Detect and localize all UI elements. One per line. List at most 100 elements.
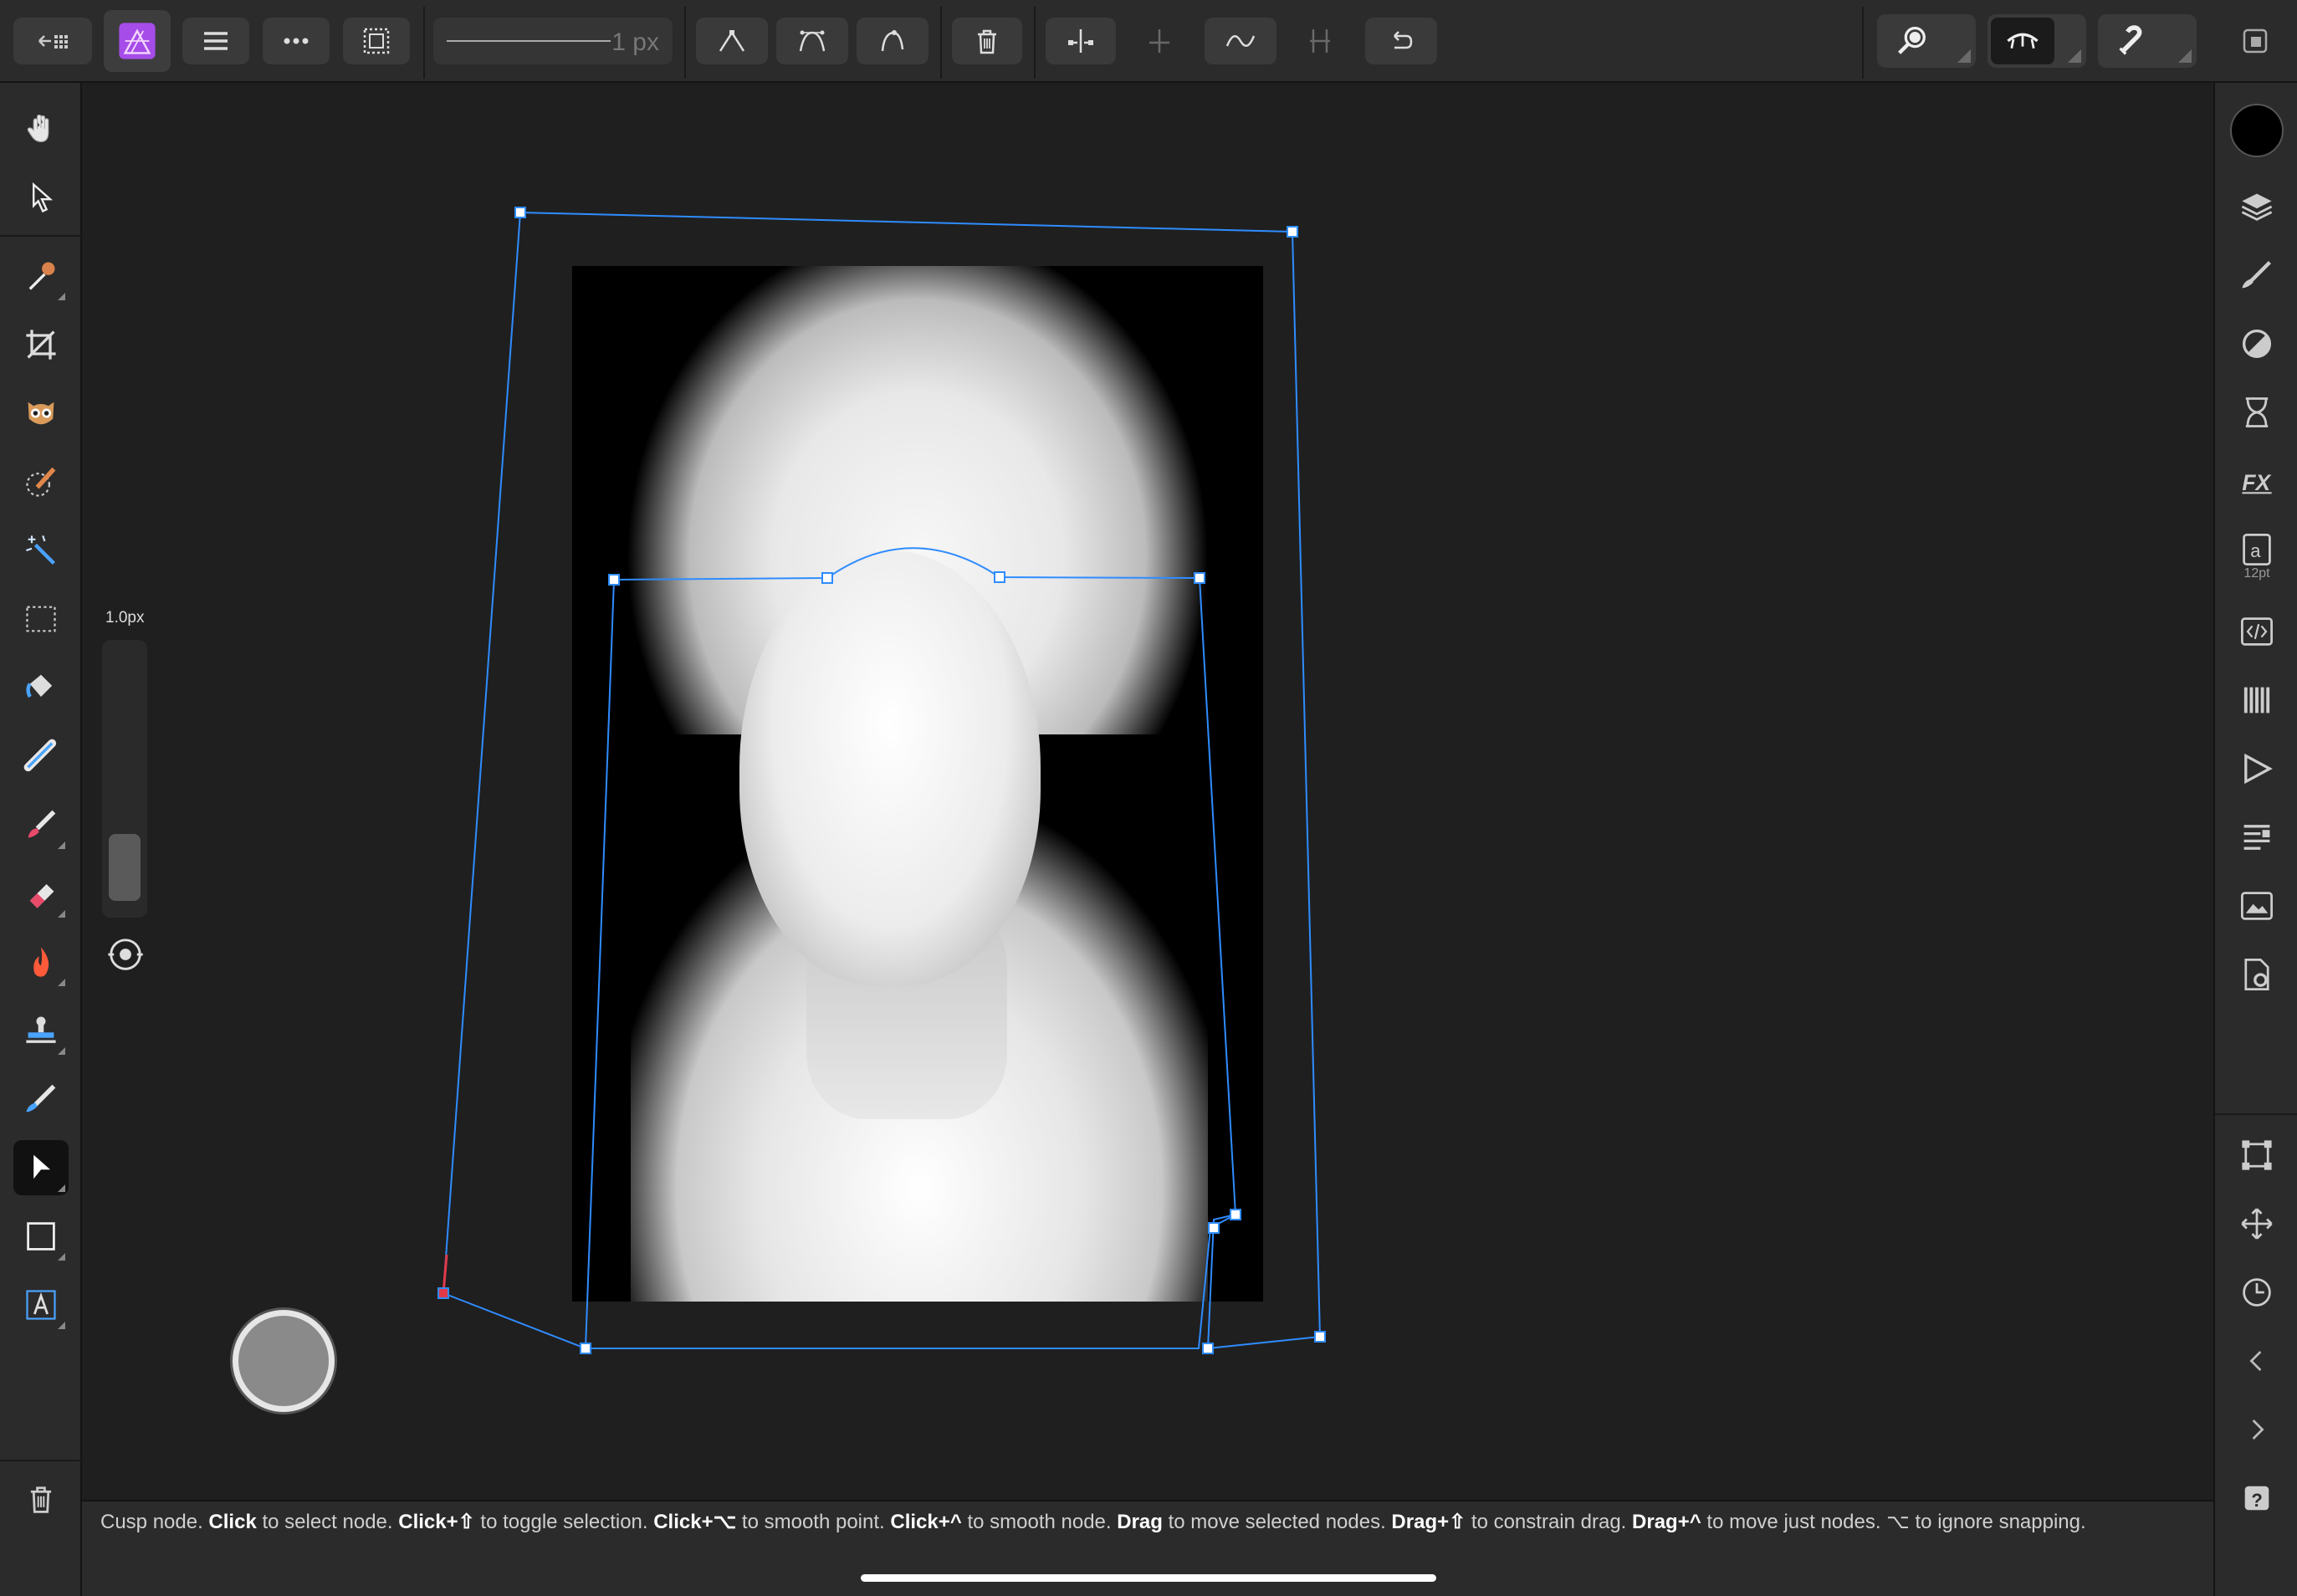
snapshots-studio[interactable] [2235,1271,2279,1314]
move-studio[interactable] [2235,1202,2279,1246]
outer-path[interactable] [442,211,1322,1350]
view-mode-button[interactable] [1987,14,2086,68]
selection-brush-tool[interactable] [13,386,69,441]
status-key: Click [208,1511,257,1533]
bucket-icon [26,674,53,698]
layers-icon [2241,193,2273,221]
smudge-tool[interactable] [13,1072,69,1127]
back-to-documents-button[interactable] [13,18,92,64]
flood-fill-tool[interactable] [13,660,69,715]
selected-node[interactable] [437,1287,449,1299]
affinity-photo-icon [119,23,156,59]
move-tool[interactable] [13,170,69,225]
magic-wand-tool[interactable] [13,523,69,578]
break-curve-button[interactable] [1046,18,1116,64]
selection-button[interactable] [343,18,410,64]
text-frame-icon [26,1290,56,1320]
play-studio[interactable] [2235,747,2279,790]
previous-studio[interactable] [2235,1339,2279,1383]
brush-size-slider[interactable] [102,640,147,918]
color-picker-tool[interactable] [13,248,69,304]
toolbar-separator [684,7,686,79]
paint-palette-icon [26,467,56,497]
channels-studio[interactable] [2235,678,2279,722]
inpainting-tool[interactable] [13,729,69,784]
stamp-icon [26,1016,56,1043]
macros-studio[interactable] [2235,610,2279,653]
command-controller-button[interactable] [233,1310,335,1412]
node[interactable] [1287,226,1298,238]
flood-select-tool[interactable] [13,454,69,509]
node[interactable] [1208,1222,1220,1234]
history-studio[interactable] [2235,391,2279,434]
more-button[interactable] [263,18,330,64]
paint-brush-tool[interactable] [13,797,69,852]
node[interactable] [580,1343,591,1354]
home-indicator[interactable] [861,1574,1436,1582]
smooth-curve-button[interactable] [1205,18,1276,64]
burn-tool[interactable] [13,934,69,990]
curve-overlay[interactable] [82,83,2213,1500]
color-swatch[interactable] [2230,104,2284,157]
rectangle-tool[interactable] [13,1209,69,1264]
main-menu-button[interactable] [182,18,249,64]
navigator-studio[interactable] [2235,884,2279,928]
node[interactable] [514,207,526,218]
text-tool[interactable] [13,1277,69,1333]
document-settings-studio[interactable] [2235,953,2279,996]
delete-node-button[interactable] [952,18,1022,64]
layers-studio[interactable] [2235,185,2279,228]
gear-doc-icon [2244,959,2269,990]
snapping-button[interactable] [2098,14,2197,68]
node[interactable] [821,572,833,584]
transform-studio[interactable] [2235,1133,2279,1177]
close-curve-button[interactable] [1285,18,1355,64]
status-key: Click+^ [890,1511,962,1533]
node[interactable] [1230,1209,1241,1220]
zoom-view-button[interactable] [1877,14,1976,68]
trash-icon [30,1486,52,1513]
next-studio[interactable] [2235,1408,2279,1451]
status-key: Click+⇧ [398,1511,475,1533]
delete-button[interactable] [13,1471,69,1527]
reverse-curve-button[interactable] [1365,18,1437,64]
hamburger-icon [204,32,228,50]
arrow-cursor-icon [32,182,54,213]
convert-to-smooth-button[interactable] [776,18,848,64]
app-logo-button[interactable] [104,10,171,72]
brush-size-thumb[interactable] [109,834,141,902]
marquee-tool[interactable] [13,591,69,647]
window-button[interactable] [2233,18,2277,64]
view-tool[interactable] [13,101,69,156]
adjustments-studio[interactable] [2235,322,2279,366]
marquee-icon [363,28,390,54]
play-icon [2244,753,2273,785]
character-studio[interactable]: a [2235,528,2279,571]
smart-node-icon [881,30,904,52]
clone-tool[interactable] [13,1003,69,1058]
transform-icon [2242,1140,2272,1170]
node[interactable] [608,574,620,586]
join-curves-button[interactable] [1124,18,1195,64]
inner-path[interactable] [613,547,1236,1215]
document-canvas[interactable] [82,83,2213,1500]
stock-studio[interactable] [2235,816,2279,859]
convert-to-sharp-button[interactable] [696,18,768,64]
crop-tool[interactable] [13,317,69,372]
node[interactable] [994,571,1005,583]
chevron-right-icon [2252,1420,2264,1440]
convert-to-smart-button[interactable] [857,18,929,64]
brush-size-toggle[interactable] [104,933,147,976]
magnifier-icon [1898,26,1926,54]
effects-studio[interactable]: FX [2235,459,2279,503]
status-text-part: to constrain drag. [1466,1511,1633,1533]
erase-tool[interactable] [13,866,69,921]
brushes-studio[interactable] [2235,253,2279,297]
node-tool[interactable] [13,1140,69,1195]
help-studio[interactable]: ? [2235,1476,2279,1520]
node[interactable] [1314,1331,1326,1343]
node[interactable] [1194,572,1205,584]
flame-icon [33,947,49,977]
node[interactable] [1202,1343,1214,1354]
stroke-width-field[interactable]: 1 px [433,18,673,64]
